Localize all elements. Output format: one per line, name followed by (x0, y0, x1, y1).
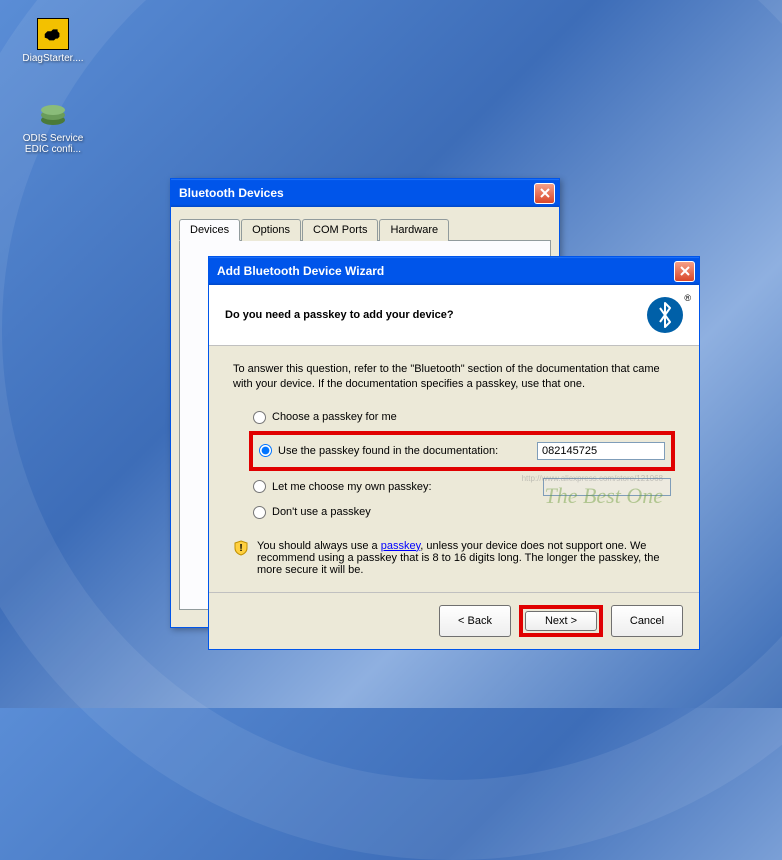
back-button[interactable]: < Back (439, 605, 511, 637)
bluetooth-icon (647, 297, 683, 333)
wizard-header: Do you need a passkey to add your device… (209, 285, 699, 346)
close-icon (680, 266, 690, 276)
radio-label: Use the passkey found in the documentati… (278, 445, 498, 457)
wizard-close-button[interactable] (674, 261, 695, 282)
radio-no-passkey[interactable]: Don't use a passkey (249, 501, 675, 524)
desktop-icon-label: DiagStarter.... (18, 53, 88, 64)
wizard-instruction: To answer this question, refer to the "B… (233, 362, 675, 392)
tab-options[interactable]: Options (241, 219, 301, 241)
radio-label: Choose a passkey for me (272, 411, 397, 423)
next-button[interactable]: Next > (525, 611, 597, 631)
diag-icon (37, 18, 69, 50)
radio-label: Let me choose my own passkey: (272, 481, 432, 493)
radio-label: Don't use a passkey (272, 506, 371, 518)
desktop-icon-odis[interactable]: ODIS Service EDIC confi... (18, 98, 88, 155)
passkey-note: ! You should always use a passkey, unles… (233, 540, 675, 576)
tabs-container: Devices Options COM Ports Hardware (179, 219, 551, 241)
tab-devices[interactable]: Devices (179, 219, 240, 241)
tab-hardware[interactable]: Hardware (379, 219, 449, 241)
titlebar[interactable]: Bluetooth Devices (171, 179, 559, 207)
wizard-title: Add Bluetooth Device Wizard (217, 264, 674, 278)
radio-input-documentation[interactable] (259, 444, 272, 457)
radio-use-documentation[interactable]: Use the passkey found in the documentati… (255, 437, 669, 465)
desktop-icon-label: ODIS Service EDIC confi... (18, 133, 88, 155)
odis-icon (37, 98, 69, 130)
add-bluetooth-wizard-window: Add Bluetooth Device Wizard Do you need … (208, 256, 700, 650)
radio-input-none[interactable] (253, 506, 266, 519)
radio-input-own[interactable] (253, 480, 266, 493)
svg-text:!: ! (239, 543, 242, 554)
passkey-radio-group: Choose a passkey for me Use the passkey … (249, 406, 675, 524)
cancel-button[interactable]: Cancel (611, 605, 683, 637)
radio-own-passkey[interactable]: Let me choose my own passkey: (249, 473, 675, 501)
wizard-content: To answer this question, refer to the "B… (209, 346, 699, 592)
own-passkey-input (543, 478, 671, 496)
desktop-icon-diagstarter[interactable]: DiagStarter.... (18, 18, 88, 64)
radio-choose-for-me[interactable]: Choose a passkey for me (249, 406, 675, 429)
wizard-titlebar[interactable]: Add Bluetooth Device Wizard (209, 257, 699, 285)
window-title: Bluetooth Devices (179, 186, 534, 200)
close-button[interactable] (534, 183, 555, 204)
radio-input-choose[interactable] (253, 411, 266, 424)
tab-com-ports[interactable]: COM Ports (302, 219, 378, 241)
passkey-input[interactable] (537, 442, 665, 460)
close-icon (540, 188, 550, 198)
note-text: You should always use a passkey, unless … (257, 540, 675, 576)
next-highlight: Next > (519, 605, 603, 637)
shield-icon: ! (233, 540, 249, 556)
passkey-help-link[interactable]: passkey (381, 540, 421, 552)
wizard-button-bar: < Back Next > Cancel (209, 592, 699, 649)
wizard-heading: Do you need a passkey to add your device… (225, 309, 647, 321)
highlighted-option: Use the passkey found in the documentati… (249, 431, 675, 471)
